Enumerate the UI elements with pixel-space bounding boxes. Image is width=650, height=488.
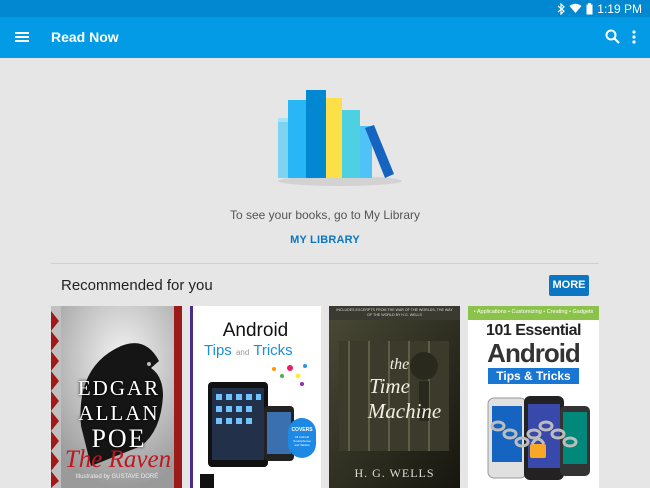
more-button[interactable]: MORE bbox=[549, 275, 589, 296]
search-icon[interactable] bbox=[604, 28, 622, 46]
book-cover-the-raven[interactable]: EDGAR ALLAN POE The Raven Illustrated by… bbox=[51, 306, 182, 488]
status-time: 1:19 PM bbox=[597, 1, 642, 16]
android-devices-art bbox=[200, 364, 316, 488]
status-bar: 1:19 PM bbox=[0, 0, 650, 17]
book-title-time: Time bbox=[369, 374, 410, 398]
book-badge-devices: All Android Smartphones and Tablets bbox=[293, 435, 311, 447]
book-author-middle: ALLAN bbox=[78, 401, 160, 425]
book-cover-101-android[interactable]: • Applications • Customizing • Creating … bbox=[468, 306, 599, 488]
book-title-the: the bbox=[389, 356, 410, 373]
book-cover-time-machine[interactable]: INCLUDES EXCERPTS FROM THE WAR OF THE WO… bbox=[329, 306, 460, 488]
book-badge-covers: COVERS bbox=[291, 427, 313, 433]
recommended-title: Recommended for you bbox=[61, 277, 213, 294]
book-title: The Raven bbox=[64, 446, 172, 473]
book-author-first: EDGAR bbox=[77, 376, 161, 400]
empty-library-message: To see your books, go to My Library bbox=[229, 208, 421, 222]
book-author: H. G. WELLS bbox=[354, 466, 435, 480]
status-icons: 1:19 PM bbox=[557, 1, 642, 16]
battery-icon bbox=[586, 2, 593, 14]
section-divider bbox=[51, 263, 599, 264]
chained-phones-art bbox=[487, 396, 590, 480]
my-library-link[interactable]: MY LIBRARY bbox=[0, 234, 650, 246]
bluetooth-icon bbox=[557, 2, 566, 15]
book-title-machine: Machine bbox=[367, 399, 442, 423]
book-credit: Illustrated by GUSTAVE DORÉ bbox=[75, 474, 159, 480]
book-top-text: INCLUDES EXCERPTS FROM THE WAR OF THE WO… bbox=[336, 308, 453, 317]
empty-library-section: To see your books, go to My Library MY L… bbox=[0, 58, 650, 263]
book-cover-android-tips[interactable]: Android Tips and Tricks COVERS All Andro… bbox=[190, 306, 321, 488]
books-illustration bbox=[278, 90, 402, 186]
overflow-menu-icon[interactable] bbox=[629, 29, 639, 45]
menu-icon[interactable] bbox=[14, 29, 30, 45]
app-title: Read Now bbox=[51, 29, 119, 45]
app-bar: Read Now bbox=[0, 17, 650, 58]
wifi-icon bbox=[569, 3, 582, 13]
